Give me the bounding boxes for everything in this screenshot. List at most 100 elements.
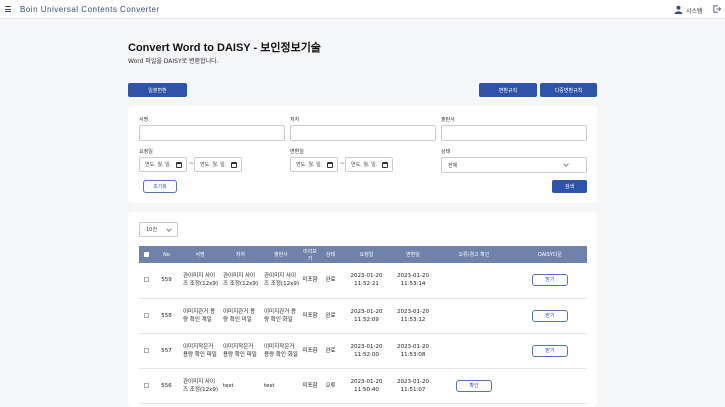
page-size-select[interactable]: 10건	[139, 222, 178, 237]
row-title: 관이미지 사이즈 조정(12x9)	[180, 368, 220, 404]
table-row: 556 관이미지 사이즈 조정(12x9) test test 미포함 오류 2…	[139, 368, 587, 404]
select-all-checkbox[interactable]	[143, 251, 149, 257]
convert-date-label: 변환일	[290, 149, 304, 155]
row-title: 관이미지 사이즈 조정(12x9)	[180, 263, 220, 299]
column-header: 상태	[325, 252, 336, 258]
date-placeholder: 연도. 월. 일.	[145, 162, 172, 168]
row-converted: 2023-01-20 11:53:12	[391, 298, 435, 334]
row-error-cell: 확인	[435, 368, 513, 404]
top-bar: Boin Universal Contents Converter 시스템	[0, 0, 725, 19]
row-no: 556	[153, 368, 180, 404]
calendar-icon[interactable]	[176, 162, 182, 168]
convert-rules-button[interactable]: 변환규칙	[479, 83, 537, 97]
publisher-label: 출판사	[441, 117, 455, 123]
search-panel	[128, 106, 597, 203]
row-download-cell: 받기	[513, 298, 587, 334]
row-author: test	[220, 368, 261, 404]
user-icon[interactable]	[674, 5, 683, 14]
column-header: DAISY다운	[537, 252, 563, 258]
calendar-icon[interactable]	[327, 162, 333, 168]
row-preview: 미포함	[301, 368, 319, 404]
row-select-cell	[139, 333, 153, 369]
page-size-value: 10건	[146, 227, 157, 233]
column-header: 서명	[195, 252, 205, 258]
chevron-down-icon	[563, 161, 569, 167]
status-select-value: 전체	[448, 162, 458, 169]
row-checkbox[interactable]	[143, 277, 149, 283]
row-status: 완료	[319, 298, 342, 334]
row-download-cell: 받기	[513, 333, 587, 369]
row-converted: 2023-01-20 11:53:14	[391, 263, 435, 299]
row-converted: 2023-01-20 11:53:08	[391, 333, 435, 369]
title-label: 서명	[139, 117, 149, 123]
conversion-table: No 서명 저자 출판사 미리보기 상태 요청일 변환일 오류/경고 확인 DA…	[139, 246, 587, 404]
row-author: 이미지작은거 용량 확인 파일	[220, 333, 261, 369]
convert-date-start-input[interactable]: 연도. 월. 일.	[290, 157, 338, 172]
request-date-end-input[interactable]: 연도. 월. 일.	[194, 157, 242, 172]
column-header: 변환일	[406, 252, 420, 258]
calendar-icon[interactable]	[382, 162, 388, 168]
title-input[interactable]	[139, 125, 285, 141]
row-error-cell	[435, 263, 513, 299]
row-status: 오류	[319, 368, 342, 404]
row-download-cell: 받기	[513, 263, 587, 299]
row-author: 이미지관거 용량 확인 미일	[220, 298, 261, 334]
date-placeholder: 연도. 월. 일.	[200, 162, 227, 168]
row-requested: 2023-01-20 11:52:21	[342, 263, 391, 299]
row-no: 557	[153, 333, 180, 369]
table-row: 557 이미지작은거 용량 확인 파일 이미지작은거 용량 확인 파일 이미지작…	[139, 333, 587, 369]
row-title: 이미지관거 용량 확인 계일	[180, 298, 220, 334]
reset-button[interactable]: 초기화	[143, 180, 177, 193]
table-row: 558 이미지관거 용량 확인 계일 이미지관거 용량 확인 미일 이미지관거 …	[139, 298, 587, 334]
chevron-down-icon	[166, 226, 172, 232]
row-select-cell	[139, 263, 153, 299]
row-checkbox[interactable]	[143, 382, 149, 388]
row-converted: 2023-01-20 11:51:07	[391, 368, 435, 404]
page-title: Convert Word to DAISY - 보인정보기술	[128, 42, 321, 54]
row-no: 559	[153, 263, 180, 299]
row-requested: 2023-01-20 11:52:09	[342, 298, 391, 334]
column-header: 저자	[235, 252, 246, 258]
row-preview: 미포함	[301, 298, 319, 334]
request-date-label: 요청일	[139, 149, 153, 155]
batch-convert-button[interactable]: 일괄변환	[128, 83, 187, 97]
page-description: Word 파일을 DAISY로 변환합니다.	[128, 58, 219, 65]
convert-date-end-input[interactable]: 연도. 월. 일.	[345, 157, 393, 172]
row-checkbox[interactable]	[143, 347, 149, 353]
date-placeholder: 연도. 월. 일.	[351, 162, 378, 168]
row-error-cell	[435, 333, 513, 369]
row-publisher: test	[261, 368, 301, 404]
publisher-input[interactable]	[441, 125, 587, 141]
row-select-cell	[139, 368, 153, 404]
column-header: 오류/경고 확인	[458, 252, 490, 258]
menu-icon[interactable]	[5, 6, 11, 12]
row-download-cell	[513, 368, 587, 404]
calendar-icon[interactable]	[231, 162, 237, 168]
row-publisher: 이미지작은거 용량 확인 화일	[261, 333, 301, 369]
app-title: Boin Universal Contents Converter	[20, 5, 160, 14]
request-date-start-input[interactable]: 연도. 월. 일.	[139, 157, 187, 172]
select-all-cell	[139, 246, 153, 263]
table-row: 559 관이미지 사이즈 조정(12x9) 관이미지 사이즈 조정(12x9) …	[139, 263, 587, 299]
author-input[interactable]	[290, 125, 436, 141]
row-requested: 2023-01-20 11:50:40	[342, 368, 391, 404]
error-check-button[interactable]: 확인	[456, 379, 492, 392]
logout-icon[interactable]	[713, 5, 721, 13]
row-status: 완료	[319, 263, 342, 299]
multi-convert-rules-button[interactable]: 다중변환규칙	[540, 83, 597, 97]
row-status: 완료	[319, 333, 342, 369]
row-publisher: 이미지관거 용량 확인 화일	[261, 298, 301, 334]
download-button[interactable]: 받기	[532, 344, 568, 357]
table-header: No 서명 저자 출판사 미리보기 상태 요청일 변환일 오류/경고 확인 DA…	[139, 246, 587, 263]
row-author: 관이미지 사이즈 조정(12x9)	[220, 263, 261, 299]
row-checkbox[interactable]	[143, 312, 149, 318]
download-button[interactable]: 받기	[532, 274, 568, 287]
user-name[interactable]: 시스템	[686, 6, 703, 15]
row-select-cell	[139, 298, 153, 334]
search-button[interactable]: 검색	[552, 180, 587, 193]
row-requested: 2023-01-20 11:52:00	[342, 333, 391, 369]
download-button[interactable]: 받기	[532, 309, 568, 322]
date-placeholder: 연도. 월. 일.	[296, 162, 323, 168]
status-select[interactable]: 전체	[441, 157, 587, 173]
row-preview: 미포함	[301, 333, 319, 369]
